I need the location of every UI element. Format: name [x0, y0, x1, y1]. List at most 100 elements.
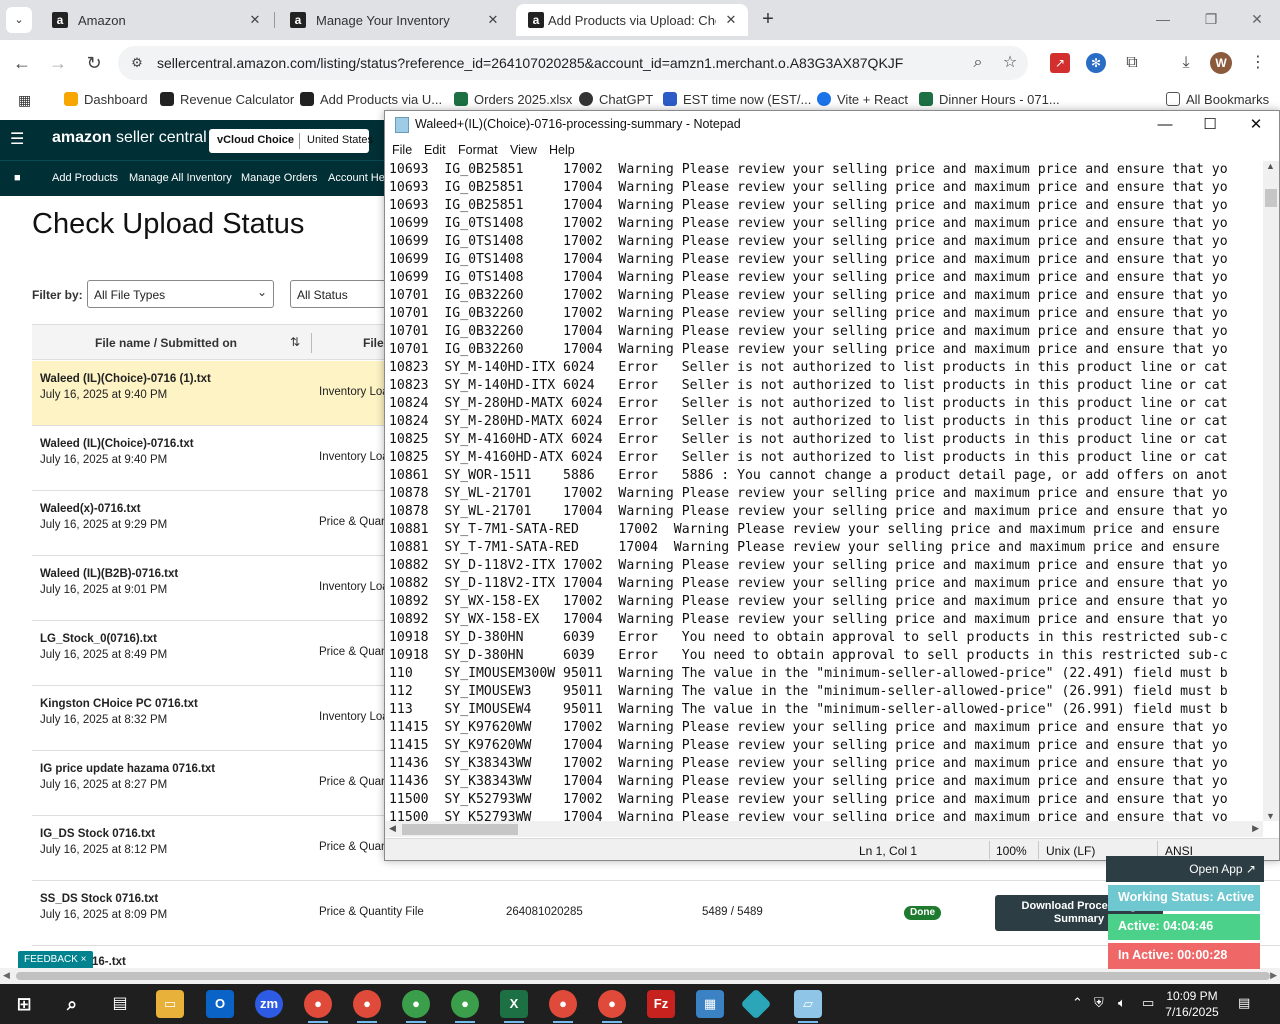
nav-add-products[interactable]: Add Products — [52, 172, 118, 184]
chevron-up-icon[interactable]: ⌃ — [1072, 995, 1083, 1011]
page-horizontal-scrollbar[interactable]: ◀ ▶ — [0, 968, 1280, 984]
bookmark-orders-xlsx[interactable]: Orders 2025.xlsx — [454, 91, 572, 109]
more-menu-icon[interactable]: ⋮ — [1248, 53, 1268, 73]
site-info-icon[interactable]: ⚙ — [128, 54, 146, 72]
search-icon[interactable]: ⌕ — [58, 990, 86, 1018]
bookmark-add-products[interactable]: Add Products via U... — [300, 91, 442, 109]
text-line: 11415 SY_K97620WW 17004 Warning Please r… — [389, 738, 1228, 753]
chrome-icon[interactable]: ● — [598, 990, 626, 1018]
file-explorer-icon[interactable]: ▭ — [156, 990, 184, 1018]
pdf-extension-icon[interactable]: ↗ — [1050, 53, 1070, 73]
seller-central-logo[interactable]: amazon seller central — [52, 129, 207, 147]
profile-avatar[interactable]: W — [1210, 52, 1232, 74]
download-icon[interactable]: ⤓ — [1176, 53, 1196, 73]
chrome-icon[interactable]: ● — [402, 990, 430, 1018]
all-bookmarks[interactable]: All Bookmarks — [1166, 91, 1269, 109]
network-icon[interactable]: ▭ — [1142, 995, 1154, 1011]
column-file-name[interactable]: File name / Submitted on — [95, 336, 237, 350]
outlook-icon[interactable]: O — [206, 990, 234, 1018]
close-icon[interactable]: ✕ — [484, 11, 502, 29]
notepad-icon[interactable]: ▱ — [794, 990, 822, 1018]
volume-muted-icon[interactable]: 🔈︎ — [1118, 995, 1126, 1011]
column-file-type[interactable]: File — [363, 336, 384, 350]
close-window-button[interactable]: ✕ — [1242, 8, 1272, 30]
text-line: 10824 SY_M-280HD-MATX 6024 Error Seller … — [389, 414, 1228, 429]
bookmark-dinner-hours[interactable]: Dinner Hours - 071... — [919, 91, 1060, 109]
new-tab-button[interactable]: + — [756, 8, 780, 32]
filezilla-icon[interactable]: Fz — [647, 990, 675, 1018]
tab-amazon[interactable]: a Amazon ✕ — [40, 4, 272, 36]
nav-account-health[interactable]: Account Hea — [328, 172, 391, 184]
chrome-icon[interactable]: ● — [451, 990, 479, 1018]
clock[interactable]: 10:09 PM 7/16/2025 — [1158, 988, 1226, 1020]
minimize-button[interactable]: — — [1148, 8, 1178, 30]
chrome-icon[interactable]: ● — [549, 990, 577, 1018]
text-line: 11436 SY_K38343WW 17002 Warning Please r… — [389, 756, 1228, 771]
bookmark-vite-react[interactable]: Vite + React — [817, 91, 908, 109]
nav-manage-orders[interactable]: Manage Orders — [241, 172, 317, 184]
reload-icon[interactable]: ↻ — [81, 50, 107, 76]
notepad-vertical-scrollbar[interactable]: ▲ ▼ — [1263, 161, 1279, 821]
notepad-title-bar[interactable]: Waleed+(IL)(Choice)-0716-processing-summ… — [385, 111, 1279, 139]
notepad-text-area[interactable]: 10693 IG_0B25851 17002 Warning Please re… — [389, 161, 1261, 821]
bookmark-chatgpt[interactable]: ChatGPT — [579, 91, 653, 109]
restore-button[interactable]: ❐ — [1196, 8, 1226, 30]
open-app-button[interactable]: Open App ↗ — [1106, 856, 1264, 882]
text-line: 11436 SY_K38343WW 17004 Warning Please r… — [389, 774, 1228, 789]
table-row[interactable]: SS_DS Stock 0716.txt July 16, 2025 at 8:… — [32, 881, 1280, 946]
bookmark-est-time[interactable]: EST time now (EST/... — [663, 91, 811, 109]
text-line: 10699 IG_0TS1408 17004 Warning Please re… — [389, 270, 1228, 285]
file-type-filter[interactable]: All File Types ⌄ — [87, 280, 274, 308]
sort-icon[interactable]: ⇅ — [290, 335, 300, 349]
extension-icon[interactable]: ✻ — [1086, 53, 1106, 73]
menu-format[interactable]: Format — [458, 143, 498, 157]
tab-manage-inventory[interactable]: a Manage Your Inventory ✕ — [278, 4, 510, 36]
chrome-icon[interactable]: ● — [304, 990, 332, 1018]
bookmark-dashboard[interactable]: Dashboard — [64, 91, 148, 109]
text-line: 10881 SY_T-7M1-SATA-RED 17002 Warning Pl… — [389, 522, 1220, 537]
feedback-button[interactable]: FEEDBACK × — [18, 951, 93, 969]
windows-start-icon[interactable]: ⊞ — [10, 990, 38, 1018]
menu-edit[interactable]: Edit — [424, 143, 446, 157]
address-bar-row: ← → ↻ ⚙ sellercentral.amazon.com/listing… — [0, 40, 1280, 86]
zoom-search-icon[interactable]: ⌕ — [968, 53, 988, 73]
chevron-down-icon: ⌄ — [256, 285, 267, 299]
bookmark-icon[interactable]: ■ — [14, 172, 24, 184]
star-icon[interactable]: ☆ — [1000, 53, 1020, 73]
excel-icon[interactable]: X — [500, 990, 528, 1018]
notepad-horizontal-scrollbar[interactable]: ◀ ▶ — [385, 821, 1263, 837]
tab-search-button[interactable]: ⌄ — [6, 7, 32, 33]
apps-grid-icon[interactable]: ▦ — [18, 91, 31, 109]
close-icon[interactable]: ✕ — [246, 11, 264, 29]
forward-arrow-icon[interactable]: → — [45, 50, 71, 76]
close-button[interactable]: ✕ — [1236, 113, 1276, 137]
task-view-icon[interactable]: ▤ — [106, 990, 134, 1018]
amazon-icon — [160, 92, 174, 106]
close-icon[interactable]: ✕ — [722, 11, 740, 29]
hamburger-menu-icon[interactable]: ☰ — [10, 130, 28, 150]
notifications-icon[interactable]: ▤ — [1238, 995, 1250, 1011]
nav-manage-all-inventory[interactable]: Manage All Inventory — [129, 172, 232, 184]
table-header: File name / Submitted on ⇅ File — [32, 324, 392, 360]
security-icon[interactable]: ⛨ — [1094, 995, 1104, 1011]
omnibox[interactable]: ⚙ sellercentral.amazon.com/listing/statu… — [118, 46, 1028, 80]
menu-file[interactable]: File — [392, 143, 412, 157]
app-icon[interactable] — [740, 988, 772, 1020]
bookmark-revenue-calculator[interactable]: Revenue Calculator — [160, 91, 294, 109]
partial-file-name: 16-.txt — [92, 956, 126, 968]
calculator-icon[interactable]: ▦ — [696, 990, 724, 1018]
store-selector[interactable]: vCloud Choice United States — [209, 129, 373, 153]
url-text[interactable]: sellercentral.amazon.com/listing/status?… — [157, 55, 903, 71]
notepad-icon — [395, 117, 409, 133]
menu-help[interactable]: Help — [549, 143, 575, 157]
extensions-puzzle-icon[interactable]: ⧉ — [1122, 53, 1142, 73]
excel-icon — [919, 92, 933, 106]
minimize-button[interactable]: — — [1145, 113, 1185, 137]
menu-view[interactable]: View — [510, 143, 537, 157]
text-line: 10878 SY_WL-21701 17004 Warning Please r… — [389, 504, 1228, 519]
tab-add-products[interactable]: a Add Products via Upload: Chec ✕ — [516, 4, 748, 36]
zoom-icon[interactable]: zm — [255, 990, 283, 1018]
maximize-button[interactable]: ☐ — [1190, 113, 1230, 137]
chrome-icon[interactable]: ● — [353, 990, 381, 1018]
back-arrow-icon[interactable]: ← — [9, 50, 35, 76]
